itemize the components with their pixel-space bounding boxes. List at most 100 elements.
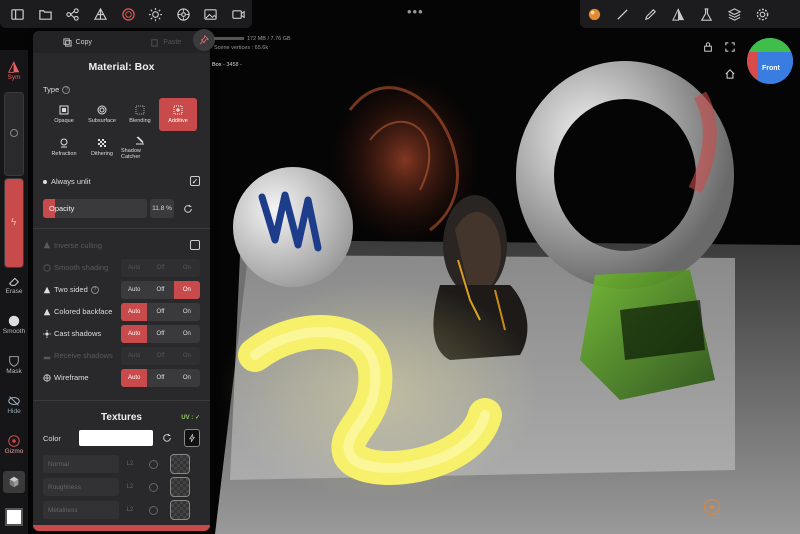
normal-reset-icon[interactable]	[149, 459, 158, 469]
colored-backface-auto[interactable]: Auto	[121, 302, 148, 321]
colored-backface-toggle[interactable]: Auto Off On	[121, 302, 200, 321]
receive-shadows-on[interactable]: On	[174, 347, 200, 365]
roughness-texture-name[interactable]: Roughness	[43, 478, 119, 496]
pivot-target-icon[interactable]	[704, 499, 720, 515]
always-unlit-checkbox[interactable]: ✓	[190, 176, 200, 186]
home-icon[interactable]	[723, 67, 737, 81]
opacity-label: Opacity	[49, 204, 75, 213]
shadow-catcher-icon	[136, 136, 144, 145]
metalness-texture-slot[interactable]	[170, 500, 190, 520]
smooth-tool[interactable]: Smooth	[0, 304, 28, 344]
cast-shadows-auto[interactable]: Auto	[121, 324, 148, 343]
wireframe-auto[interactable]: Auto	[121, 368, 148, 387]
type-blending[interactable]: Blending	[121, 98, 159, 131]
smooth-shading-auto[interactable]: Auto	[121, 259, 147, 277]
gizmo-tool[interactable]: Gizmo	[0, 424, 28, 464]
intensity-slider[interactable]: ϟ	[4, 178, 24, 268]
two-sided-off[interactable]: Off	[147, 281, 173, 299]
folder-icon[interactable]	[32, 0, 60, 28]
erase-tool[interactable]: Erase	[0, 264, 28, 304]
bullet-icon	[43, 179, 47, 184]
menu-icon[interactable]	[4, 0, 32, 28]
receive-shadows-off[interactable]: Off	[147, 347, 173, 365]
type-label: Type	[43, 85, 60, 94]
normal-texture-slot[interactable]	[170, 454, 190, 474]
reset-opacity-icon[interactable]	[181, 202, 195, 216]
type-subsurface[interactable]: Subsurface	[83, 98, 121, 131]
sculpt-brush-picker[interactable]	[0, 464, 28, 500]
settings-icon[interactable]	[169, 0, 197, 28]
gear-icon[interactable]	[748, 0, 776, 28]
light-icon[interactable]	[142, 0, 170, 28]
inverse-culling-label: Inverse culling	[54, 240, 102, 250]
reset-color-icon[interactable]	[161, 431, 174, 445]
mask-tool[interactable]: Mask	[0, 344, 28, 384]
paste-label: Paste	[163, 38, 182, 46]
hide-tool[interactable]: Hide	[0, 384, 28, 424]
type-additive[interactable]: Additive	[159, 98, 197, 131]
cast-shadows-off[interactable]: Off	[147, 325, 173, 343]
type-opaque[interactable]: Opaque	[45, 98, 83, 131]
camera-icon[interactable]	[225, 0, 253, 28]
opacity-value[interactable]: 11.8 %	[150, 199, 174, 218]
always-unlit-row[interactable]: Always unlit ✓	[43, 174, 200, 188]
receive-shadows-toggle[interactable]: Auto Off On	[121, 346, 200, 365]
symmetry-tool[interactable]: Sym	[0, 50, 28, 90]
colored-backface-off[interactable]: Off	[147, 303, 173, 321]
color-texture-slot[interactable]	[183, 429, 200, 447]
smooth-shading-off[interactable]: Off	[147, 259, 173, 277]
colored-backface-on[interactable]: On	[174, 303, 200, 321]
selected-object-name: Box	[212, 62, 222, 68]
material-icon[interactable]	[114, 0, 142, 28]
type-dithering[interactable]: Dithering	[83, 131, 121, 164]
smooth-shading-toggle[interactable]: Auto Off On	[121, 258, 200, 277]
wireframe-row: Wireframe Auto Off On	[43, 367, 200, 388]
symmetry-icon[interactable]	[664, 0, 692, 28]
cast-shadows-toggle[interactable]: Auto Off On	[121, 324, 200, 343]
fullscreen-icon[interactable]	[723, 40, 737, 54]
inverse-culling-row[interactable]: Inverse culling	[43, 238, 200, 252]
receive-shadows-row: Receive shadows Auto Off On	[43, 345, 200, 366]
help-icon[interactable]: ?	[62, 85, 71, 94]
pen-icon[interactable]	[636, 0, 664, 28]
wireframe-off[interactable]: Off	[147, 369, 173, 387]
color-swatch[interactable]	[78, 430, 153, 446]
two-sided-toggle[interactable]: Auto Off On	[121, 280, 200, 299]
receive-shadows-auto[interactable]: Auto	[121, 347, 147, 365]
opacity-slider[interactable]: Opacity	[43, 199, 147, 218]
normal-texture-row: Normal L2	[43, 453, 200, 475]
lock-icon[interactable]	[701, 40, 715, 54]
type-refraction[interactable]: Refraction	[45, 131, 83, 164]
roughness-reset-icon[interactable]	[149, 482, 158, 492]
normal-texture-name[interactable]: Normal	[43, 455, 119, 473]
metalness-reset-icon[interactable]	[149, 505, 158, 515]
wireframe-on[interactable]: On	[174, 369, 200, 387]
scene-graph-icon[interactable]	[59, 0, 87, 28]
color-picker[interactable]	[0, 500, 28, 534]
more-options-icon[interactable]: •••	[407, 4, 424, 19]
inverse-culling-checkbox[interactable]	[190, 240, 200, 250]
copy-button[interactable]: Copy	[33, 31, 122, 53]
roughness-texture-slot[interactable]	[170, 477, 190, 497]
two-sided-auto[interactable]: Auto	[121, 281, 147, 299]
topology-icon[interactable]	[87, 0, 115, 28]
flask-icon[interactable]	[692, 0, 720, 28]
two-sided-on[interactable]: On	[173, 280, 200, 299]
brush-icon[interactable]	[608, 0, 636, 28]
smooth-shading-on[interactable]: On	[174, 259, 200, 277]
pin-panel-button[interactable]	[193, 29, 215, 51]
material-panel: Copy Paste Material: Box Type ? Opaque S…	[33, 31, 210, 531]
metalness-texture-name[interactable]: Metalness	[43, 501, 119, 519]
cast-shadows-on[interactable]: On	[174, 325, 200, 343]
wireframe-toggle[interactable]: Auto Off On	[121, 368, 200, 387]
image-icon[interactable]	[197, 0, 225, 28]
color-label: Color	[43, 433, 61, 443]
view-cube-gizmo[interactable]: Front	[747, 38, 793, 84]
sculpt-tool-strip: Sym ϟ Erase Smooth Mask Hide Gizmo	[0, 50, 28, 534]
hide-tool-label: Hide	[7, 407, 21, 415]
layers-icon[interactable]	[720, 0, 748, 28]
help-icon[interactable]: ?	[90, 285, 99, 294]
type-shadow-catcher[interactable]: Shadow Catcher	[121, 131, 159, 164]
material-sphere-icon[interactable]	[580, 0, 608, 28]
radius-slider[interactable]	[4, 92, 24, 176]
